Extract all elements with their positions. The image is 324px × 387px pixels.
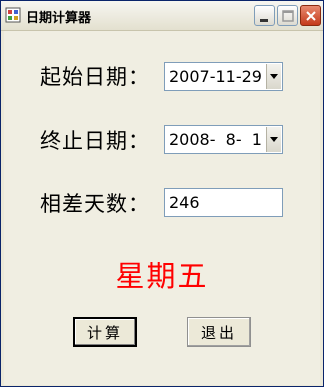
chevron-down-icon xyxy=(270,137,278,142)
end-date-dropdown-button[interactable] xyxy=(266,127,281,152)
end-date-picker[interactable]: 2008- 8- 1 xyxy=(164,125,283,154)
end-date-label: 终止日期： xyxy=(40,129,150,153)
weekday-result: 星期五 xyxy=(115,259,209,293)
app-icon xyxy=(5,7,21,23)
start-date-label: 起始日期： xyxy=(40,65,150,89)
maximize-button[interactable] xyxy=(277,5,298,26)
minimize-icon xyxy=(260,19,268,22)
app-window: 日期计算器 起始日期： 2007-11-29 终止日期： 2008- 8- 1 … xyxy=(0,0,324,387)
day-diff-field[interactable]: 246 xyxy=(164,188,283,217)
start-date-picker[interactable]: 2007-11-29 xyxy=(164,62,283,91)
title-bar[interactable]: 日期计算器 xyxy=(1,1,323,31)
window-title: 日期计算器 xyxy=(26,11,92,26)
client-area: 起始日期： 2007-11-29 终止日期： 2008- 8- 1 相差天数： … xyxy=(4,31,320,385)
minimize-button[interactable] xyxy=(254,5,275,26)
day-diff-value: 246 xyxy=(169,193,200,212)
chevron-down-icon xyxy=(270,74,278,79)
maximize-icon xyxy=(282,10,294,22)
close-icon xyxy=(306,11,316,21)
calculate-button[interactable]: 计算 xyxy=(73,317,137,347)
exit-button[interactable]: 退出 xyxy=(187,317,251,347)
close-button[interactable] xyxy=(300,5,321,26)
start-date-value: 2007-11-29 xyxy=(169,67,262,86)
day-diff-label: 相差天数： xyxy=(40,192,150,216)
end-date-value: 2008- 8- 1 xyxy=(169,130,262,149)
start-date-dropdown-button[interactable] xyxy=(266,64,281,89)
